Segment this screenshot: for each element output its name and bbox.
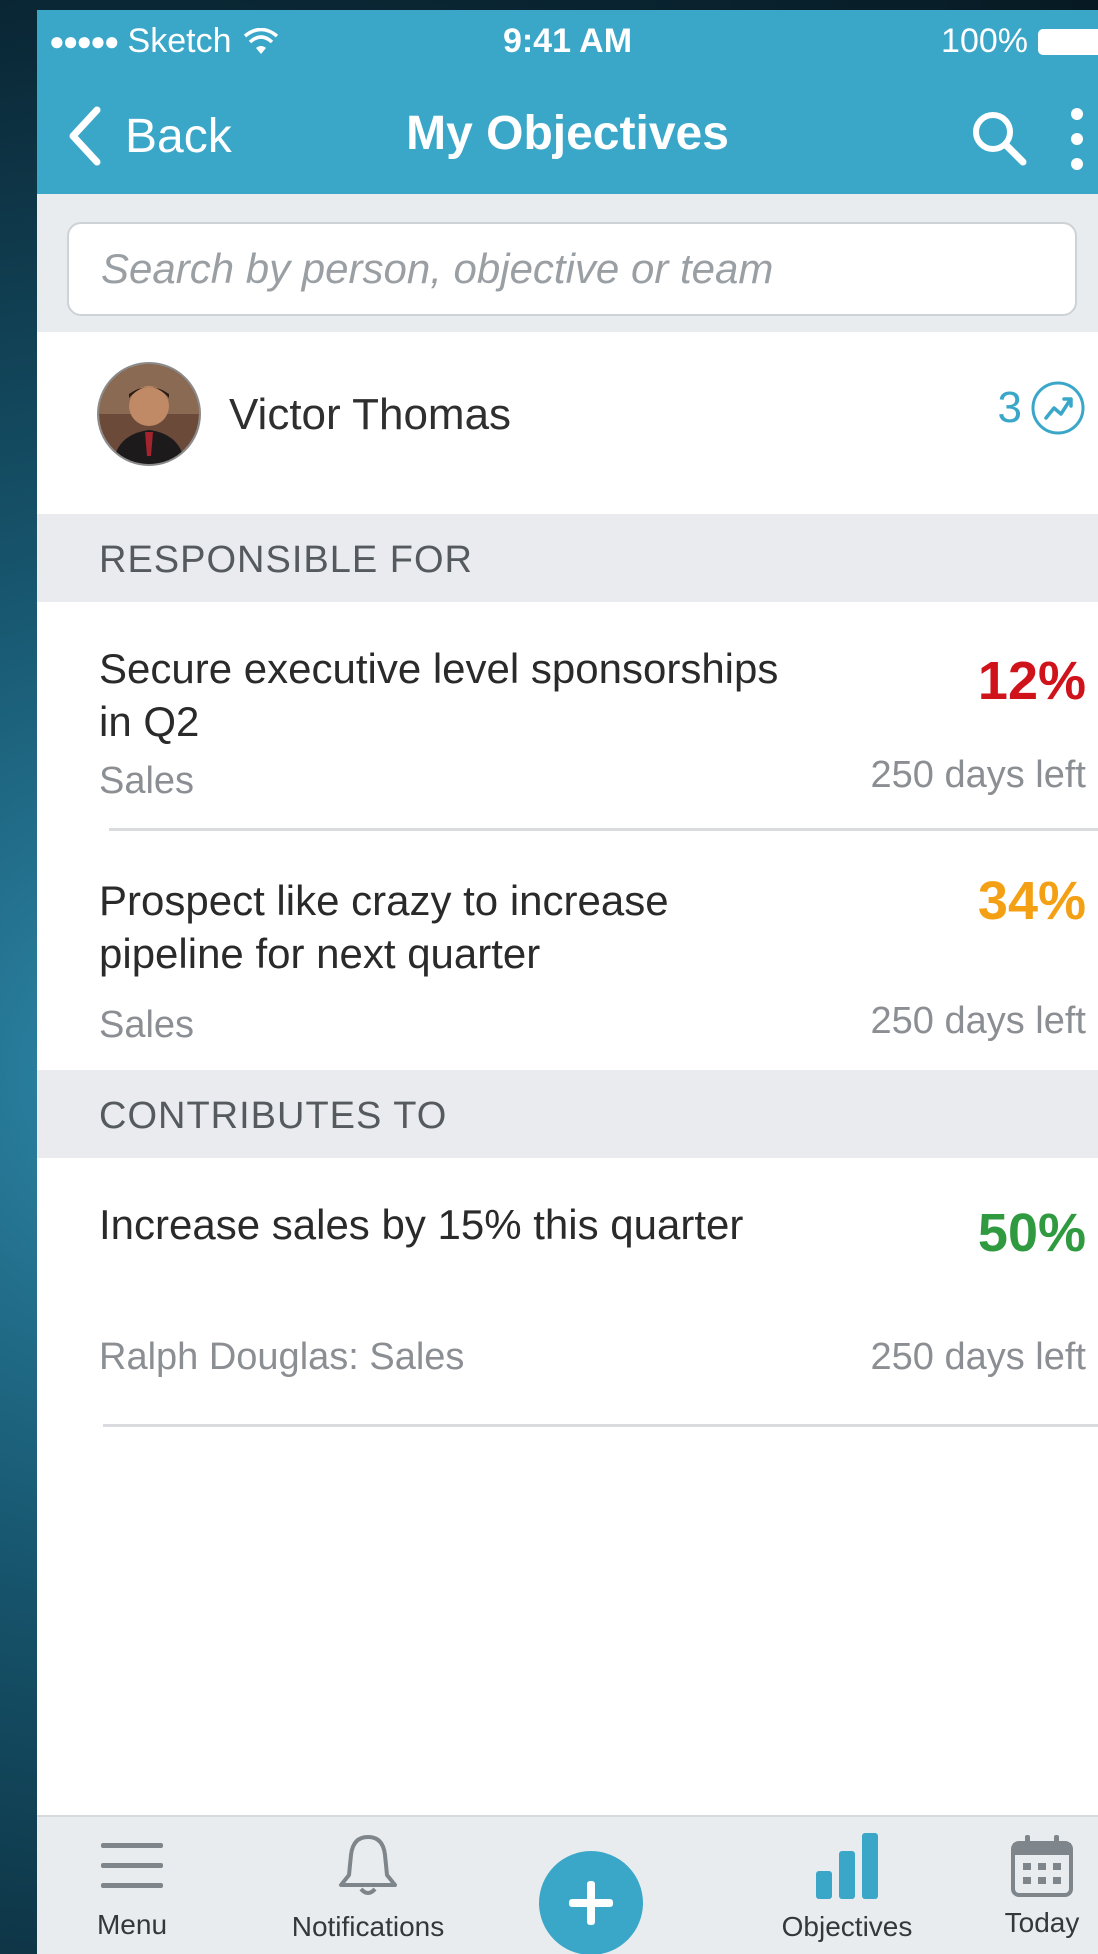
section-header-responsible: RESPONSIBLE FOR <box>37 514 1098 602</box>
section-title: RESPONSIBLE FOR <box>99 539 473 581</box>
objective-row[interactable]: Prospect like crazy to increase pipeline… <box>37 834 1098 1070</box>
add-objective-button[interactable] <box>539 1851 643 1954</box>
tab-notifications[interactable]: Notifications <box>263 1817 473 1954</box>
status-bar: ●●●●● Sketch 9:41 AM 100% <box>37 10 1098 60</box>
navigation-bar: Back My Objectives <box>37 94 1098 184</box>
objective-progress: 34% <box>977 871 1086 931</box>
objective-team: Sales <box>99 760 195 802</box>
objective-progress: 50% <box>977 1203 1086 1263</box>
calendar-icon <box>1011 1835 1073 1897</box>
tab-today[interactable]: Today <box>992 1817 1092 1954</box>
tab-label: Notifications <box>291 1911 445 1942</box>
section-header-contributes: CONTRIBUTES TO <box>37 1070 1098 1158</box>
more-vertical-icon[interactable] <box>1065 106 1089 172</box>
objective-title: Increase sales by 15% this quarter <box>99 1201 744 1248</box>
status-time: 9:41 AM <box>502 22 633 60</box>
avatar-image <box>99 364 199 464</box>
objective-row[interactable]: Increase sales by 15% this quarter Ralph… <box>37 1158 1098 1428</box>
objective-row[interactable]: Secure executive level sponsorships in Q… <box>37 602 1098 834</box>
header: ●●●●● Sketch 9:41 AM 100% Back My Object… <box>37 10 1098 194</box>
tab-label: Objectives <box>781 1911 913 1942</box>
profile-name: Victor Thomas <box>229 390 512 439</box>
objective-progress: 12% <box>977 651 1086 711</box>
search-area <box>37 194 1098 332</box>
battery-percent: 100% <box>941 22 1028 60</box>
objective-team: Ralph Douglas: Sales <box>99 1336 465 1378</box>
tab-label: Menu <box>96 1909 168 1940</box>
objective-team: Sales <box>99 1004 195 1046</box>
row-divider <box>103 1424 1098 1427</box>
search-input[interactable] <box>67 222 1077 316</box>
status-right: 100% <box>941 22 1098 61</box>
plus-icon <box>569 1881 613 1925</box>
bell-icon <box>339 1835 397 1895</box>
objective-title: Secure executive level sponsorships in Q… <box>99 645 779 745</box>
search-icon[interactable] <box>969 108 1029 168</box>
battery-icon <box>1038 28 1098 55</box>
objective-title: Prospect like crazy to increase pipeline… <box>99 877 669 977</box>
objective-days-left: 250 days left <box>870 1000 1086 1042</box>
trend-icon <box>1031 381 1085 435</box>
objective-days-left: 250 days left <box>870 754 1086 796</box>
row-divider <box>109 828 1098 831</box>
profile-row[interactable]: Victor Thomas 3 <box>37 332 1098 500</box>
trend-badge[interactable]: 3 <box>998 380 1086 436</box>
page-title: My Objectives <box>406 107 729 160</box>
tab-objectives[interactable]: Objectives <box>727 1817 967 1954</box>
section-title: CONTRIBUTES TO <box>99 1095 448 1137</box>
objective-days-left: 250 days left <box>870 1336 1086 1378</box>
avatar <box>97 362 201 466</box>
menu-icon <box>101 1843 163 1888</box>
trend-count: 3 <box>997 383 1022 432</box>
bar-chart-icon <box>816 1833 878 1899</box>
phone-screen: ●●●●● Sketch 9:41 AM 100% Back My Object… <box>37 10 1098 1954</box>
tab-menu[interactable]: Menu <box>77 1817 187 1954</box>
tab-label: Today <box>1004 1907 1080 1938</box>
